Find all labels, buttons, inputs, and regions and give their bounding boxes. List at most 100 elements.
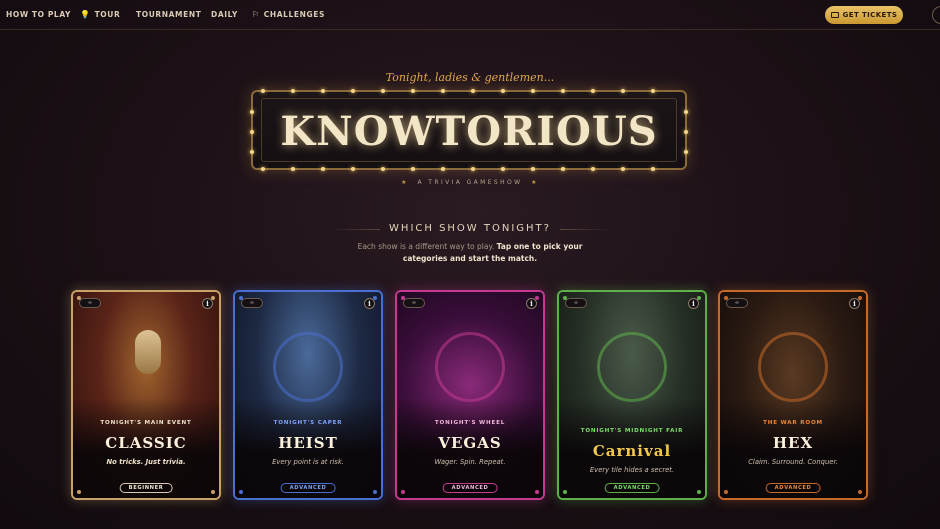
ticket-icon — [830, 12, 839, 18]
tagline: Tonight, ladies & gentlemen... — [385, 71, 555, 84]
card-eyebrow: THE WAR ROOM — [763, 420, 823, 426]
marquee-bulb — [441, 89, 445, 93]
card-title: VEGAS — [438, 434, 502, 452]
figure-icon — [758, 332, 828, 402]
corner-light — [724, 296, 728, 300]
get-tickets-button[interactable]: GET TICKETS — [825, 6, 903, 24]
difficulty-badge: ADVANCED — [280, 483, 336, 493]
vault-icon — [273, 332, 343, 402]
marquee-bulb — [651, 167, 655, 171]
marquee-bulb — [381, 167, 385, 171]
marquee-bulb — [261, 89, 265, 93]
flag-icon: ⚐ — [252, 10, 260, 19]
marquee-bulb — [411, 89, 415, 93]
nav-daily[interactable]: DAILY — [211, 10, 238, 19]
show-card-vegas[interactable]: ∞ i TONIGHT'S WHEEL VEGAS Wager. Spin. Repea… — [395, 290, 545, 500]
marquee-bulb — [321, 167, 325, 171]
nav-how-to-play[interactable]: HOW TO PLAY — [6, 10, 71, 19]
marquee-bulb — [291, 167, 295, 171]
marquee-bulb — [501, 167, 505, 171]
nav-label: CHALLENGES — [263, 10, 326, 19]
top-nav: HOW TO PLAY 💡 TOUR TOURNAMENT DAILY ⚐ CHAL… — [0, 0, 940, 30]
intro-plain: Each show is a different way to play. — [357, 242, 495, 251]
lightbulb-icon: 💡 — [80, 10, 91, 19]
get-tickets-label: GET TICKETS — [842, 11, 898, 19]
marquee-bulb — [591, 89, 595, 93]
ticket-chip: ∞ — [726, 298, 748, 308]
nav-label: TOURNAMENT — [136, 10, 202, 19]
card-eyebrow: TONIGHT'S MAIN EVENT — [100, 420, 192, 426]
corner-light — [724, 490, 728, 494]
marquee-bulb — [441, 167, 445, 171]
marquee-bulb — [471, 89, 475, 93]
corner-light — [373, 490, 377, 494]
corner-light — [858, 490, 862, 494]
section-heading: WHICH SHOW TONIGHT? — [389, 223, 551, 234]
marquee-bulb — [621, 89, 625, 93]
account-button[interactable] — [932, 6, 940, 24]
marquee-bulb — [471, 167, 475, 171]
corner-light — [401, 490, 405, 494]
corner-light — [535, 490, 539, 494]
intro-text: Each show is a different way to play. Ta… — [340, 241, 600, 265]
game-title: KNOWTORIOUS — [280, 108, 658, 155]
card-eyebrow: TONIGHT'S CAPER — [273, 420, 343, 426]
marquee-bulb — [381, 89, 385, 93]
marquee-bulb — [411, 167, 415, 171]
microphone-icon — [135, 330, 161, 374]
marquee-bulb — [291, 89, 295, 93]
corner-light — [535, 296, 539, 300]
corner-light — [697, 490, 701, 494]
corner-light — [401, 296, 405, 300]
card-eyebrow: TONIGHT'S MIDNIGHT FAIR — [580, 428, 684, 434]
corner-light — [858, 296, 862, 300]
nav-tour[interactable]: 💡 TOUR — [80, 10, 120, 19]
card-description: Wager. Spin. Repeat. — [434, 458, 506, 466]
nav-challenges[interactable]: ⚐ CHALLENGES — [252, 10, 325, 19]
nav-tournament[interactable]: TOURNAMENT — [136, 10, 201, 19]
show-card-classic[interactable]: ∞ i TONIGHT'S MAIN EVENT CLASSIC No tricks. … — [71, 290, 221, 500]
show-card-carnival[interactable]: ∞ i TONIGHT'S MIDNIGHT FAIR Carnival Every t… — [557, 290, 707, 500]
roulette-icon — [435, 332, 505, 402]
marquee-bulb — [591, 167, 595, 171]
nav-label: DAILY — [211, 10, 238, 19]
marquee-bulb — [531, 167, 535, 171]
corner-light — [373, 296, 377, 300]
marquee-bulb — [531, 89, 535, 93]
difficulty-badge: BEGINNER — [119, 483, 173, 493]
marquee-bulb — [561, 167, 565, 171]
marquee-bulb — [351, 167, 355, 171]
marquee-bulb — [261, 167, 265, 171]
card-title: HEX — [772, 434, 814, 452]
divider-right — [560, 229, 610, 230]
card-description: Every point is at risk. — [272, 458, 344, 466]
card-title: CLASSIC — [105, 434, 187, 452]
ticket-chip: ∞ — [565, 298, 587, 308]
marquee-bulb — [351, 89, 355, 93]
marquee-bulb — [651, 89, 655, 93]
corner-light — [77, 490, 81, 494]
corner-light — [211, 490, 215, 494]
corner-light — [239, 296, 243, 300]
subtitle: ★ A TRIVIA GAMESHOW ★ — [0, 179, 940, 186]
ticket-chip: ∞ — [79, 298, 101, 308]
card-description: Every tile hides a secret. — [589, 466, 675, 474]
corner-light — [563, 490, 567, 494]
card-title: Carnival — [592, 442, 672, 460]
marquee-bulb — [621, 167, 625, 171]
nav-label: HOW TO PLAY — [6, 10, 72, 19]
corner-light — [239, 490, 243, 494]
ticket-chip: ∞ — [403, 298, 425, 308]
ticket-chip: ∞ — [241, 298, 263, 308]
star-icon: ★ — [531, 179, 539, 186]
difficulty-badge: ADVANCED — [604, 483, 660, 493]
star-icon: ★ — [401, 179, 409, 186]
show-card-hex[interactable]: ∞ i THE WAR ROOM HEX Claim. Surround. Conque… — [718, 290, 868, 500]
tent-icon — [597, 332, 667, 402]
corner-light — [563, 296, 567, 300]
marquee-bulb — [561, 89, 565, 93]
card-description: No tricks. Just trivia. — [106, 458, 186, 466]
card-eyebrow: TONIGHT'S WHEEL — [434, 420, 506, 426]
subtitle-text: A TRIVIA GAMESHOW — [417, 179, 523, 186]
show-card-heist[interactable]: ∞ i TONIGHT'S CAPER HEIST Every point is at … — [233, 290, 383, 500]
